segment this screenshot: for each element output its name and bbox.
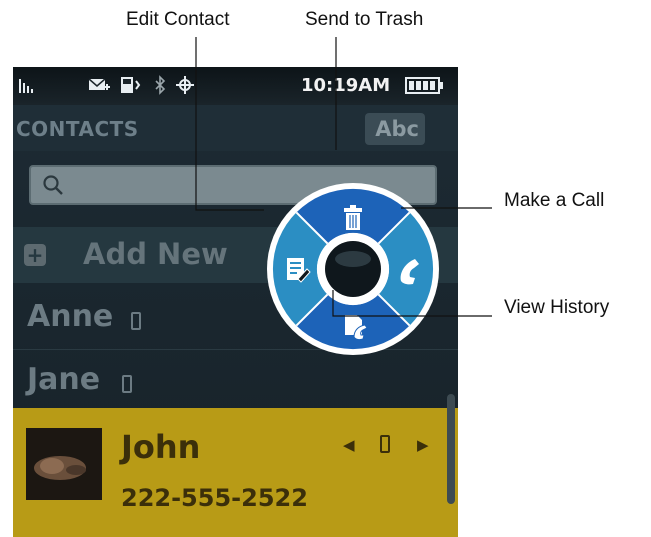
- quick-action-dial: [267, 183, 439, 355]
- contact-name: Anne: [27, 299, 114, 334]
- callout-edit-contact: Edit Contact: [126, 9, 230, 30]
- sort-abc-button[interactable]: Abc: [365, 113, 425, 145]
- message-icon: [88, 78, 110, 90]
- battery-icon: [405, 77, 443, 94]
- search-icon: [43, 175, 63, 195]
- chevron-right-icon[interactable]: ▶: [417, 436, 429, 454]
- phone-screen: 10:19AM CONTACTS Abc + Add New Anne Jane: [13, 67, 458, 537]
- contact-row-jane[interactable]: Jane: [13, 350, 458, 413]
- mobile-phone-icon: [131, 312, 141, 330]
- plus-icon: +: [24, 244, 46, 266]
- contact-name: Jane: [27, 362, 101, 397]
- gps-icon: [176, 76, 194, 94]
- mobile-phone-icon: [122, 375, 132, 393]
- page-title: CONTACTS: [16, 117, 139, 141]
- contacts-header: CONTACTS Abc: [13, 105, 458, 151]
- mobile-phone-icon: [380, 435, 390, 453]
- contact-photo: [26, 428, 102, 500]
- contact-row-john-selected[interactable]: John 222-555-2522 ◀ ▶: [13, 408, 458, 537]
- signal-icon: [19, 79, 33, 93]
- callout-view-history: View History: [504, 297, 610, 318]
- add-new-label: Add New: [83, 237, 228, 271]
- selected-contact-name: John: [121, 428, 201, 466]
- callout-send-to-trash: Send to Trash: [305, 9, 424, 30]
- scrollbar[interactable]: [447, 394, 455, 504]
- status-time: 10:19AM: [301, 75, 391, 96]
- status-bar: 10:19AM: [13, 67, 458, 105]
- chevron-left-icon[interactable]: ◀: [343, 436, 355, 454]
- callout-make-a-call: Make a Call: [504, 190, 605, 211]
- selected-contact-number: 222-555-2522: [121, 484, 308, 512]
- bluetooth-icon: [155, 75, 166, 95]
- vibrate-icon: [121, 77, 141, 93]
- trash-icon: [344, 205, 362, 230]
